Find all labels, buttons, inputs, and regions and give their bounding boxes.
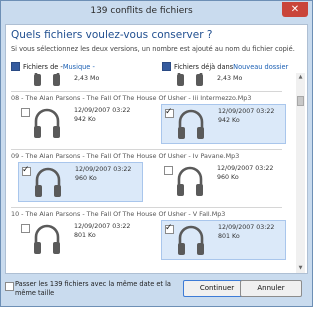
file-size: 960 Ko [75, 174, 97, 182]
file-size: 960 Ko [217, 173, 239, 181]
dialog-content: Quels fichiers voulez-vous conserver ? S… [5, 24, 308, 274]
select-all-destination-checkbox[interactable] [162, 62, 171, 71]
headphones-icon [177, 73, 203, 86]
destination-label: Fichiers déjà dans [174, 62, 234, 71]
file-size: 942 Ko [218, 116, 240, 124]
file-option-right[interactable]: 12/09/2007 03:22 801 Ko [161, 220, 286, 260]
file-option-left[interactable]: 12/09/2007 03:22 942 Ko [18, 104, 143, 144]
file-size: 801 Ko [218, 232, 240, 240]
conflict-file-name: 09 - The Alan Parsons - The Fall Of The … [11, 152, 240, 160]
source-label: Fichiers de - [23, 62, 63, 71]
file-conflict-dialog: 139 conflits de fichiers ✕ Quels fichier… [0, 0, 313, 307]
skip-same-files-option[interactable]: Passer les 139 fichiers avec la même dat… [5, 280, 180, 297]
source-folder-link[interactable]: Musique - [63, 63, 95, 71]
keep-destination-checkbox[interactable] [165, 107, 174, 118]
scroll-down-icon[interactable]: ▼ [296, 264, 305, 273]
conflict-list: 2,43 Mo 2,43 Mo 08 - The Alan Parsons - … [6, 73, 296, 273]
headphones-icon [178, 225, 204, 255]
file-date: 12/09/2007 03:22 [217, 165, 274, 172]
file-option-partial-left[interactable]: 2,43 Mo [18, 73, 143, 89]
dialog-subtext: Si vous sélectionnez les deux versions, … [11, 45, 295, 53]
close-button[interactable]: ✕ [282, 2, 308, 17]
file-option-partial-right[interactable]: 2,43 Mo [161, 73, 286, 89]
conflict-file-name: 08 - The Alan Parsons - The Fall Of The … [11, 94, 252, 102]
divider [11, 149, 282, 150]
divider [11, 207, 282, 208]
file-option-right[interactable]: 12/09/2007 03:22 942 Ko [161, 104, 286, 144]
select-all-destination[interactable]: Fichiers déjà dans Nouveau dossier [162, 62, 288, 71]
file-date: 12/09/2007 03:22 [218, 224, 275, 231]
file-date: 12/09/2007 03:22 [218, 108, 275, 115]
keep-source-checkbox[interactable] [21, 224, 30, 233]
keep-destination-checkbox[interactable] [165, 223, 174, 234]
headphones-icon [178, 109, 204, 139]
file-date: 12/09/2007 03:22 [74, 107, 131, 114]
file-option-left[interactable]: 12/09/2007 03:22 960 Ko [18, 162, 143, 202]
headphones-icon [34, 108, 60, 138]
keep-source-checkbox[interactable] [22, 165, 31, 176]
window-title: 139 conflits de fichiers [90, 6, 193, 16]
close-icon: ✕ [290, 4, 300, 15]
file-size: 942 Ko [74, 115, 96, 123]
file-date: 12/09/2007 03:22 [74, 223, 131, 230]
skip-same-files-label: Passer les 139 fichiers avec la même dat… [15, 280, 171, 297]
conflict-file-name: 10 - The Alan Parsons - The Fall Of The … [11, 210, 226, 218]
scroll-up-icon[interactable]: ▲ [296, 73, 305, 82]
file-size: 2,43 Mo [74, 75, 100, 82]
divider [11, 91, 282, 92]
destination-folder-link[interactable]: Nouveau dossier [233, 63, 288, 71]
title-bar: 139 conflits de fichiers ✕ [1, 1, 312, 23]
file-option-left[interactable]: 12/09/2007 03:22 801 Ko [18, 220, 143, 260]
select-all-source-checkbox[interactable] [11, 62, 20, 71]
file-size: 801 Ko [74, 231, 96, 239]
headphones-icon [35, 167, 61, 197]
file-option-right[interactable]: 12/09/2007 03:22 960 Ko [161, 162, 286, 202]
select-all-source[interactable]: Fichiers de - Musique - [11, 62, 95, 71]
keep-destination-checkbox[interactable] [164, 166, 173, 175]
file-size: 2,43 Mo [217, 75, 243, 82]
cancel-button[interactable]: Annuler [240, 280, 302, 297]
headphones-icon [177, 166, 203, 196]
scroll-thumb[interactable] [297, 96, 304, 106]
dialog-heading: Quels fichiers voulez-vous conserver ? [11, 29, 213, 41]
vertical-scrollbar[interactable]: ▲ ▼ [296, 73, 305, 273]
skip-same-files-checkbox[interactable] [5, 282, 14, 291]
keep-source-checkbox[interactable] [21, 108, 30, 117]
headphones-icon [34, 224, 60, 254]
file-date: 12/09/2007 03:22 [75, 166, 132, 173]
headphones-icon [34, 73, 60, 86]
